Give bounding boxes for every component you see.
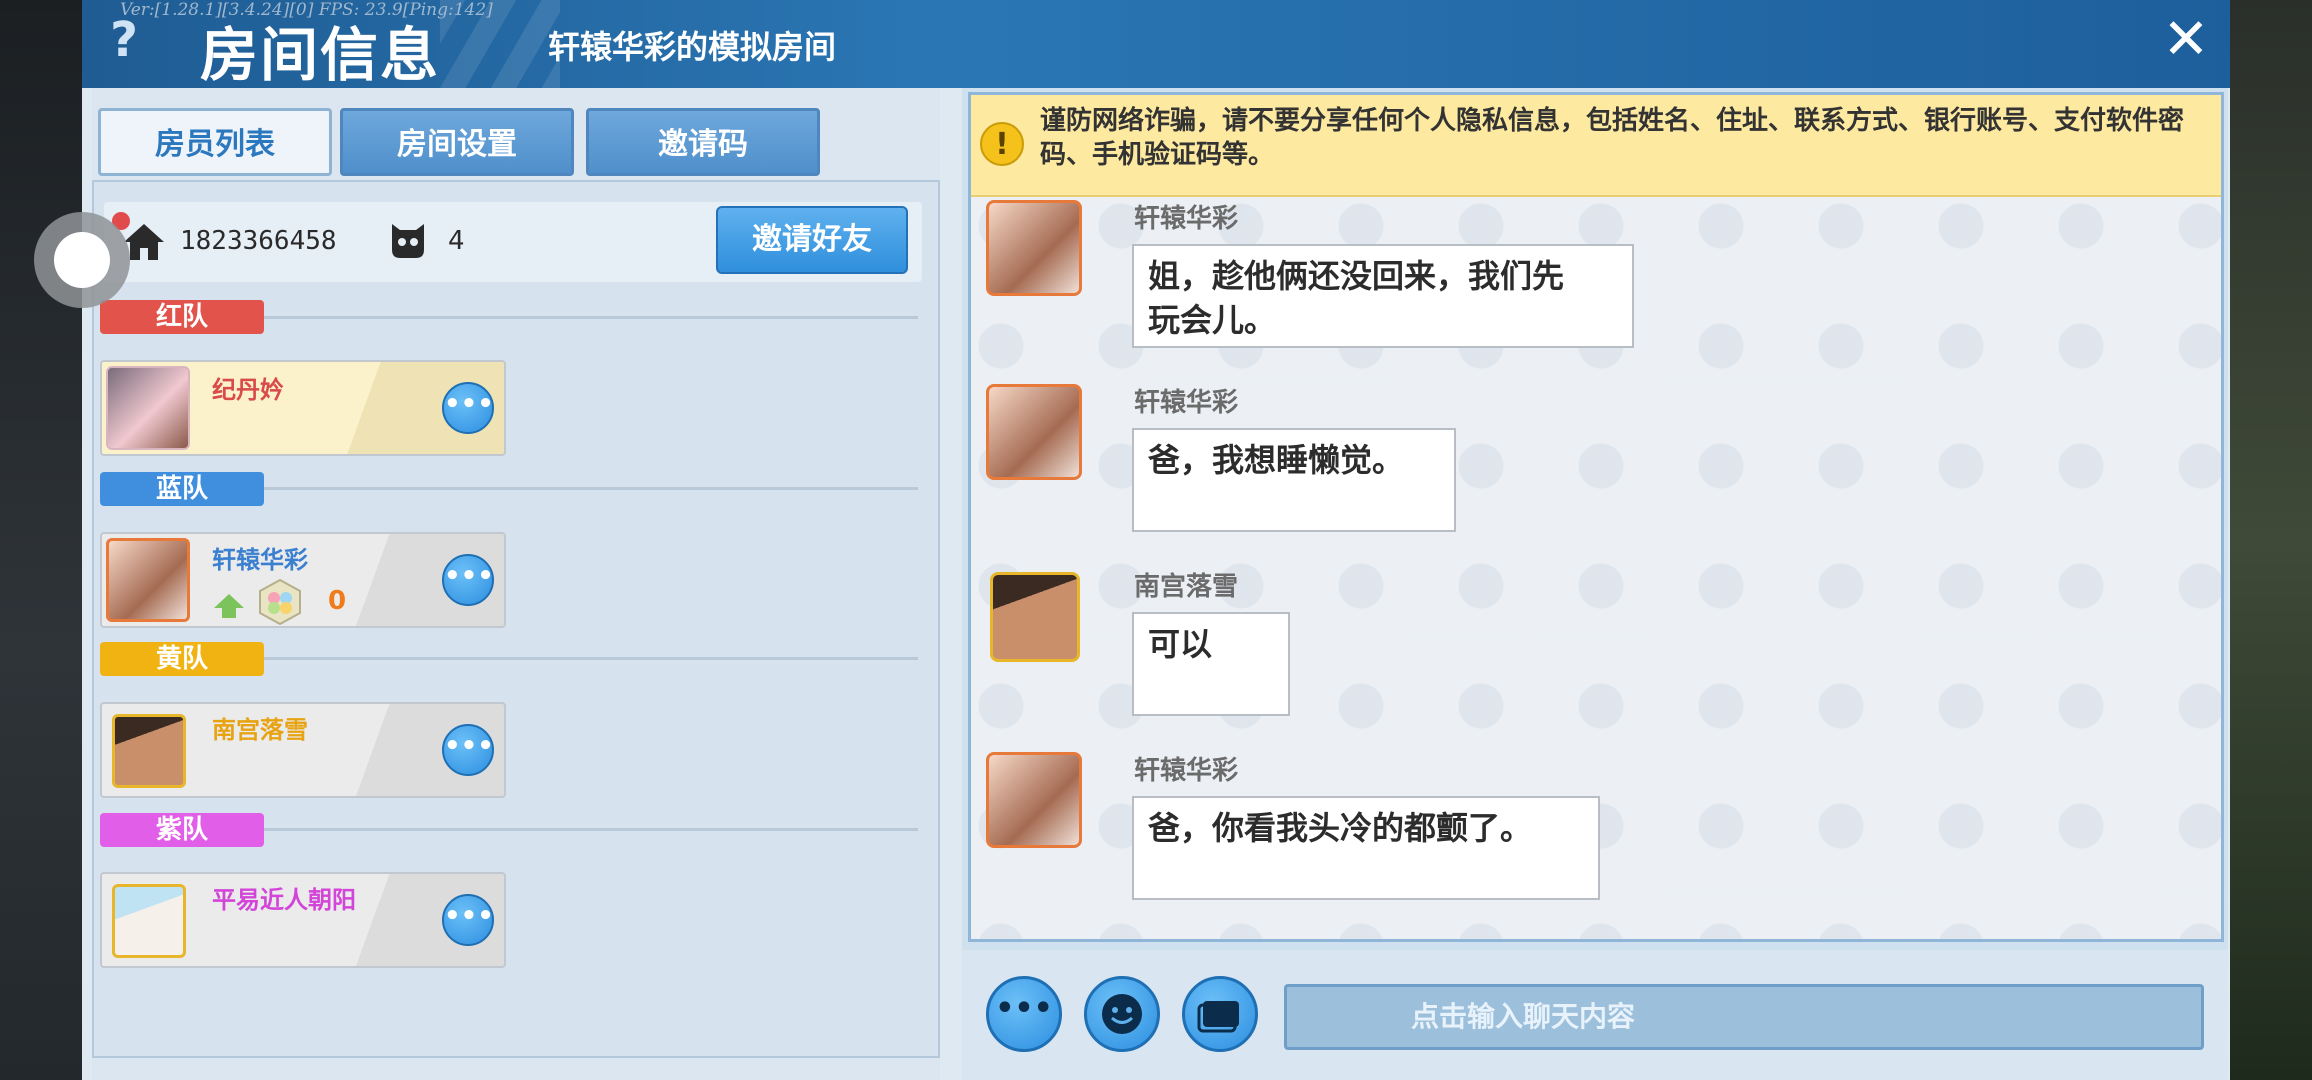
invite-friends-button[interactable]: 邀请好友 [716, 206, 908, 274]
background-scene-left [0, 0, 82, 1080]
message-bubble: 姐，趁他俩还没回来，我们先 玩会儿。 [1132, 244, 1634, 348]
message-sender: 南宫落雪 [1134, 572, 1239, 602]
team-label-red: 红队 [100, 300, 264, 334]
quick-phrase-button[interactable] [1182, 976, 1258, 1052]
message-sender: 轩辕华彩 [1134, 204, 1239, 234]
avatar [106, 366, 190, 450]
member-more-button[interactable]: ••• [442, 724, 494, 776]
member-more-button[interactable]: ••• [442, 554, 494, 606]
avatar[interactable] [986, 384, 1082, 480]
message-text-line: 爸，你看我头冷的都颤了。 [1148, 809, 1533, 847]
badge-icon [259, 578, 301, 626]
avatar [112, 884, 186, 958]
message-bubble: 爸，你看我头冷的都颤了。 [1132, 796, 1600, 900]
message-sender: 轩辕华彩 [1134, 388, 1239, 418]
member-card[interactable]: 南宫落雪 ••• [100, 702, 506, 798]
message-bubble: 爸，我想睡懒觉。 [1132, 428, 1456, 532]
member-name: 轩辕华彩 [212, 546, 308, 574]
close-button[interactable]: ✕ [2158, 12, 2214, 68]
team-divider [264, 657, 918, 660]
level-arrow-icon [214, 594, 244, 618]
team-label-blue: 蓝队 [100, 472, 264, 506]
emoji-button[interactable] [1084, 976, 1160, 1052]
member-card[interactable]: 纪丹妗 ••• [100, 360, 506, 456]
member-name: 南宫落雪 [212, 716, 308, 744]
message-text-line: 爸，我想睡懒觉。 [1148, 441, 1405, 479]
avatar [106, 538, 190, 622]
chat-more-button[interactable]: ••• [986, 976, 1062, 1052]
background-scene-right [2230, 0, 2312, 1080]
avatar[interactable] [990, 572, 1080, 662]
message-bubble: 可以 [1132, 612, 1290, 716]
page-title: 房间信息 [200, 21, 441, 89]
room-id: 1823366458 [180, 226, 337, 256]
member-card[interactable]: 平易近人朝阳 ••• [100, 872, 506, 968]
warning-icon: ! [980, 122, 1024, 166]
fraud-warning-text: 谨防网络诈骗，请不要分享任何个人隐私信息，包括姓名、住址、联系方式、银行账号、支… [1040, 106, 2185, 170]
member-name: 平易近人朝阳 [212, 886, 356, 914]
message-sender: 轩辕华彩 [1134, 756, 1239, 786]
player-count: 4 [448, 226, 465, 256]
message-text-line: 姐，趁他俩还没回来，我们先 [1148, 257, 1565, 295]
avatar[interactable] [986, 752, 1082, 848]
team-divider [264, 487, 918, 490]
floating-assist-button-center [54, 232, 110, 288]
message-text-line: 可以 [1148, 625, 1213, 663]
avatar[interactable] [986, 200, 1082, 296]
emoji-icon [1102, 994, 1142, 1034]
member-name: 纪丹妗 [212, 376, 284, 404]
badge-count: 0 [328, 586, 347, 616]
tab-invite-code[interactable]: 邀请码 [586, 108, 820, 176]
member-card[interactable]: 轩辕华彩 0 ••• [100, 532, 506, 628]
avatar [112, 714, 186, 788]
player-count-icon [392, 224, 424, 258]
member-more-button[interactable]: ••• [442, 894, 494, 946]
chat-input[interactable]: 点击输入聊天内容 [1284, 984, 2204, 1050]
tab-member-list[interactable]: 房员列表 [98, 108, 332, 176]
tab-room-settings[interactable]: 房间设置 [340, 108, 574, 176]
card-icon [1197, 1001, 1239, 1033]
message-text-line: 玩会儿。 [1148, 301, 1277, 339]
team-divider [264, 316, 918, 319]
member-more-button[interactable]: ••• [442, 382, 494, 434]
team-label-yellow: 黄队 [100, 642, 264, 676]
team-divider [264, 828, 918, 831]
room-name: 轩辕华彩的模拟房间 [548, 28, 837, 66]
team-label-purple: 紫队 [100, 813, 264, 847]
